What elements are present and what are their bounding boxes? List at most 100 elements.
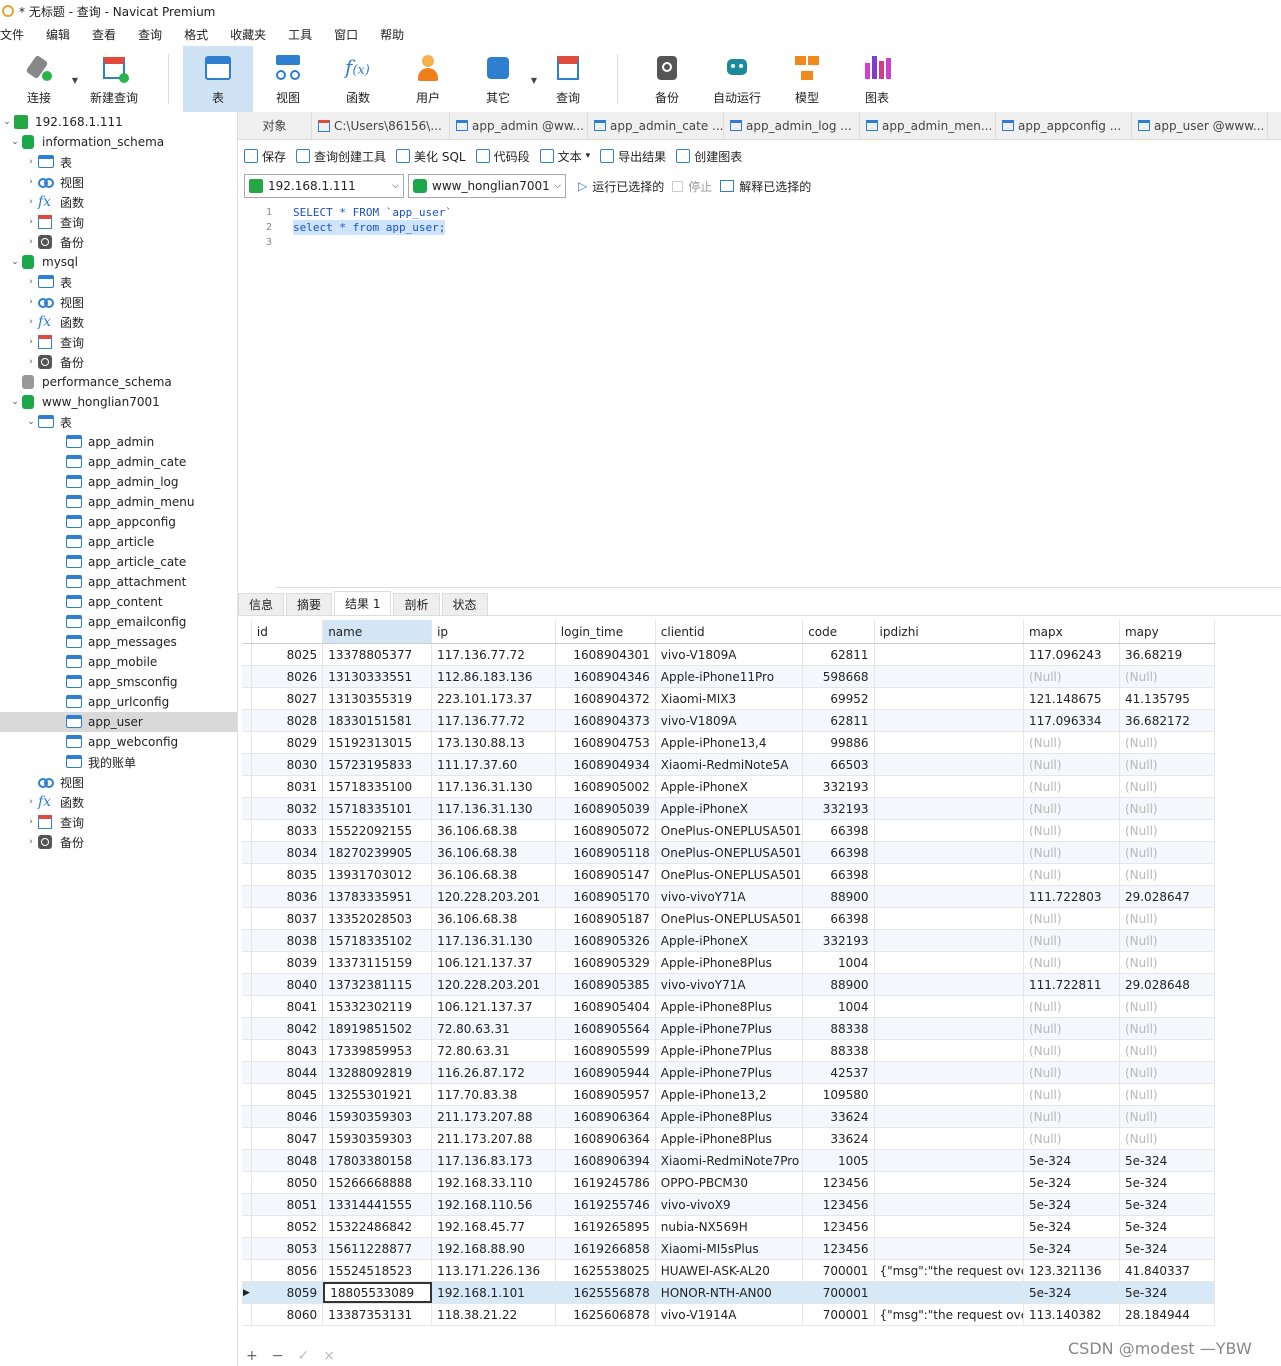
cell-clientid[interactable]: OnePlus-ONEPLUSA501	[656, 820, 804, 841]
cell-mapx[interactable]: 117.096334	[1024, 710, 1120, 731]
query-toolbar-save-button[interactable]: 保存	[244, 148, 286, 165]
tab-1[interactable]: C:\Users\86156\...	[312, 111, 450, 140]
cell-code[interactable]: 123456	[803, 1216, 875, 1237]
cell-mapy[interactable]: 5e-324	[1120, 1194, 1215, 1215]
menu-item-2[interactable]: 查看	[81, 26, 127, 43]
cell-name[interactable]: 15718335101	[323, 798, 433, 819]
toolbar-user-button[interactable]: 用户	[393, 46, 463, 112]
tree-item[interactable]: › 查询	[0, 332, 237, 352]
cell-name[interactable]: 13378805377	[323, 644, 433, 665]
collapsed-chevron-icon[interactable]: ›	[24, 357, 38, 367]
result-tab-1[interactable]: 摘要	[286, 593, 333, 615]
cell-id[interactable]: 8035	[252, 864, 324, 885]
table-row[interactable]: 8038 15718335102 117.136.31.130 1608905326 A…	[242, 930, 1215, 952]
tree-item[interactable]: app_admin_log	[0, 472, 237, 492]
tree-item[interactable]: ⌄ 表	[0, 412, 237, 432]
cell-clientid[interactable]: vivo-vivoY71A	[656, 886, 804, 907]
column-header-clientid[interactable]: clientid	[656, 620, 804, 643]
cell-code[interactable]: 332193	[803, 776, 875, 797]
table-row[interactable]: 8025 13378805377 117.136.77.72 1608904301 vi…	[242, 644, 1215, 666]
cell-mapy[interactable]: (Null)	[1120, 930, 1215, 951]
cell-name[interactable]: 13931703012	[323, 864, 433, 885]
tab-7[interactable]: app_user @www...	[1132, 111, 1268, 140]
table-row[interactable]: 8028 18330151581 117.136.77.72 1608904373 vi…	[242, 710, 1215, 732]
tree-item[interactable]: app_admin_cate	[0, 452, 237, 472]
cell-ipdizhi[interactable]	[875, 1172, 1024, 1193]
menu-item-8[interactable]: 帮助	[369, 26, 415, 43]
cell-ipdizhi[interactable]	[875, 1018, 1024, 1039]
cell-mapx[interactable]: 5e-324	[1024, 1282, 1120, 1303]
cell-ip[interactable]: 112.86.183.136	[432, 666, 556, 687]
cell-login_time[interactable]: 1608905072	[556, 820, 656, 841]
cell-mapy[interactable]: 41.840337	[1120, 1260, 1215, 1281]
cell-ipdizhi[interactable]	[875, 1106, 1024, 1127]
cell-mapx[interactable]: 111.722811	[1024, 974, 1120, 995]
cell-mapy[interactable]: 41.135795	[1120, 688, 1215, 709]
cell-clientid[interactable]: HONOR-NTH-AN00	[656, 1282, 804, 1303]
column-header-mapx[interactable]: mapx	[1024, 620, 1120, 643]
cell-mapy[interactable]: 36.68219	[1120, 644, 1215, 665]
cell-mapx[interactable]: 123.321136	[1024, 1260, 1120, 1281]
cell-login_time[interactable]: 1625538025	[556, 1260, 656, 1281]
table-row[interactable]: 8048 17803380158 117.136.83.173 1608906394 X…	[242, 1150, 1215, 1172]
cell-clientid[interactable]: Apple-iPhoneX	[656, 798, 804, 819]
cell-ipdizhi[interactable]	[875, 952, 1024, 973]
cell-id[interactable]: 8036	[252, 886, 324, 907]
cell-mapx[interactable]: (Null)	[1024, 776, 1120, 797]
table-row[interactable]: 8047 15930359303 211.173.207.88 1608906364 A…	[242, 1128, 1215, 1150]
cell-ipdizhi[interactable]	[875, 1150, 1024, 1171]
toolbar-query-button[interactable]: 查询	[533, 46, 603, 112]
cell-ip[interactable]: 192.168.110.56	[432, 1194, 556, 1215]
tab-6[interactable]: app_appconfig ...	[996, 111, 1132, 140]
cell-ipdizhi[interactable]	[875, 1040, 1024, 1061]
cell-clientid[interactable]: OPPO-PBCM30	[656, 1172, 804, 1193]
cell-login_time[interactable]: 1608905329	[556, 952, 656, 973]
cell-mapx[interactable]: (Null)	[1024, 952, 1120, 973]
table-row[interactable]: 8046 15930359303 211.173.207.88 1608906364 A…	[242, 1106, 1215, 1128]
cell-mapy[interactable]: (Null)	[1120, 732, 1215, 753]
cell-name[interactable]: 15718335100	[323, 776, 433, 797]
cell-mapy[interactable]: (Null)	[1120, 864, 1215, 885]
cell-ip[interactable]: 117.136.31.130	[432, 798, 556, 819]
result-tab-3[interactable]: 剖析	[393, 593, 440, 615]
cell-ip[interactable]: 111.17.37.60	[432, 754, 556, 775]
cell-mapy[interactable]: 28.184944	[1120, 1304, 1215, 1325]
cell-clientid[interactable]: vivo-V1809A	[656, 644, 804, 665]
toolbar-view-button[interactable]: 视图	[253, 46, 323, 112]
query-toolbar-code-snippet-button[interactable]: 代码段	[475, 148, 530, 165]
collapsed-chevron-icon[interactable]: ›	[24, 177, 38, 187]
cell-ip[interactable]: 192.168.1.101	[432, 1282, 556, 1303]
cell-id[interactable]: 8051	[252, 1194, 324, 1215]
tree-item[interactable]: app_urlconfig	[0, 692, 237, 712]
cell-name[interactable]: 15723195833	[323, 754, 433, 775]
cell-id[interactable]: 8042	[252, 1018, 324, 1039]
cell-name[interactable]: 15930359303	[323, 1106, 433, 1127]
cell-id[interactable]: 8044	[252, 1062, 324, 1083]
cell-ipdizhi[interactable]	[875, 754, 1024, 775]
cell-id[interactable]: 8029	[252, 732, 324, 753]
cell-mapx[interactable]: (Null)	[1024, 908, 1120, 929]
cell-ip[interactable]: 211.173.207.88	[432, 1128, 556, 1149]
tree-item[interactable]: ⌄ www_honglian7001	[0, 392, 237, 412]
cell-login_time[interactable]: 1608904372	[556, 688, 656, 709]
result-tab-2[interactable]: 结果 1	[334, 591, 392, 615]
table-row[interactable]: 8040 13732381115 120.228.203.201 1608905385…	[242, 974, 1215, 996]
cell-code[interactable]: 1004	[803, 996, 875, 1017]
cell-mapy[interactable]: (Null)	[1120, 952, 1215, 973]
cell-code[interactable]: 66503	[803, 754, 875, 775]
toolbar-tools-button[interactable]: 其它 ▼	[463, 46, 537, 112]
cell-ip[interactable]: 36.106.68.38	[432, 908, 556, 929]
tree-item[interactable]: › 视图	[0, 292, 237, 312]
cell-login_time[interactable]: 1608904301	[556, 644, 656, 665]
cell-ipdizhi[interactable]	[875, 1238, 1024, 1259]
cell-clientid[interactable]: OnePlus-ONEPLUSA501	[656, 908, 804, 929]
cell-clientid[interactable]: Apple-iPhone7Plus	[656, 1018, 804, 1039]
cell-ip[interactable]: 72.80.63.31	[432, 1018, 556, 1039]
cell-login_time[interactable]: 1608905564	[556, 1018, 656, 1039]
cell-id[interactable]: 8047	[252, 1128, 324, 1149]
column-header-ip[interactable]: ip	[432, 620, 556, 643]
cell-clientid[interactable]: Apple-iPhone8Plus	[656, 996, 804, 1017]
delete-record-button[interactable]: −	[272, 1348, 284, 1364]
cell-ip[interactable]: 117.70.83.38	[432, 1084, 556, 1105]
cell-name[interactable]: 13783335951	[323, 886, 433, 907]
